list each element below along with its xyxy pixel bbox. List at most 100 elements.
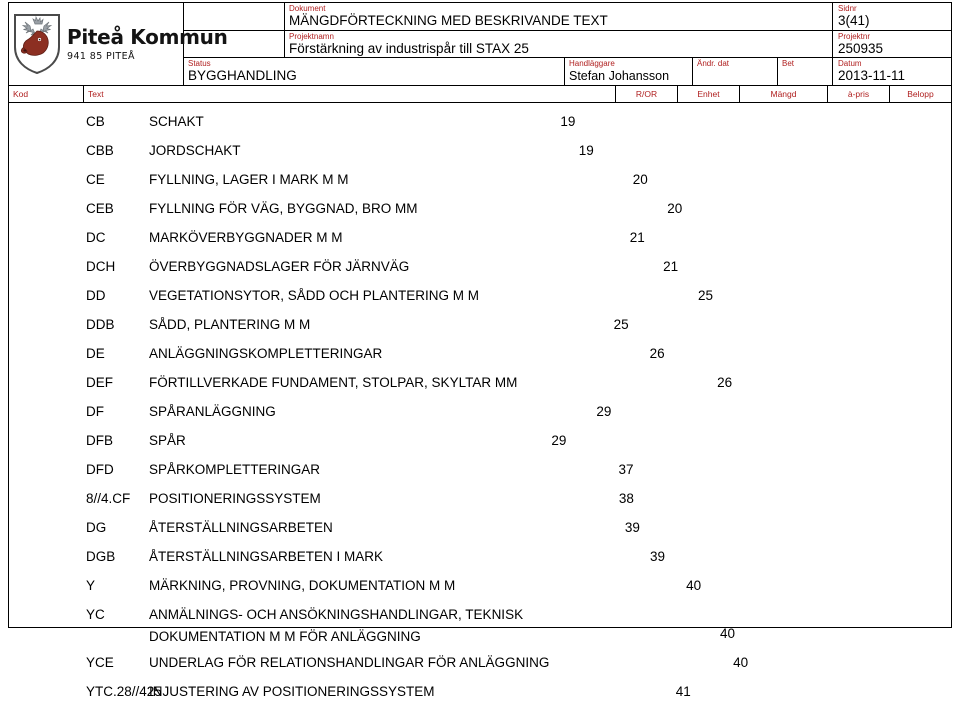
cell-text-line: ANLÄGGNINGSKOMPLETTERINGAR: [149, 346, 383, 361]
cell-page-number: 26: [717, 375, 733, 390]
table-row: DDB SÅDD, PLANTERING M M 25: [9, 310, 951, 339]
field-handlaggare: Handläggare Stefan Johansson: [564, 58, 692, 86]
field-status-value: BYGGHANDLING: [188, 68, 297, 84]
cell-text-line: ÖVERBYGGNADSLAGER FÖR JÄRNVÄG: [149, 259, 410, 274]
cell-kod: DE: [86, 346, 105, 361]
organization-logo-cell: Piteå Kommun 941 85 PITEÅ: [9, 3, 228, 85]
cell-text-line: POSITIONERINGSSYSTEM: [149, 491, 321, 506]
cell-text: FYLLNING FÖR VÄG, BYGGNAD, BRO MM: [149, 194, 619, 220]
field-datum: Datum 2013-11-11: [833, 58, 951, 85]
field-sidnr-value: 3(41): [838, 13, 870, 28]
title-block-middle: Dokument MÄNGDFÖRTECKNING MED BESKRIVAND…: [184, 3, 832, 86]
column-header-kod: Kod: [13, 89, 29, 99]
cell-page-number: 26: [649, 346, 665, 361]
cell-kod: 8//4.CF: [86, 491, 131, 506]
table-body-frame: CB SCHAKT 19 CBB JORDSCHAKT 19 CE FYLLNING, LAG…: [8, 103, 952, 699]
cell-page-number: 38: [618, 491, 634, 506]
cell-text: ANMÄLNINGS- OCH ANSÖKNINGSHANDLINGAR, TE…: [149, 600, 672, 648]
cell-page-number: 21: [629, 230, 645, 245]
table-row: CBB JORDSCHAKT 19: [9, 136, 951, 165]
cell-text: SPÅR: [149, 426, 503, 452]
cell-kod: Y: [86, 578, 96, 593]
table-row: DE ANLÄGGNINGSKOMPLETTERINGAR 26: [9, 339, 951, 368]
field-andr-dat-label: Ändr. dat: [697, 59, 730, 69]
cell-page-number: 19: [578, 143, 594, 158]
table-row: CE FYLLNING, LAGER I MARK M M 20: [9, 165, 951, 194]
table-row: DEF FÖRTILLVERKADE FUNDAMENT, STOLPAR, SK…: [9, 368, 951, 397]
table-row: CB SCHAKT 19: [9, 107, 951, 136]
cell-text: ANLÄGGNINGSKOMPLETTERINGAR: [149, 339, 602, 365]
column-header-apris: à-pris: [827, 86, 889, 102]
cell-kod: DFB: [86, 433, 113, 448]
cell-kod: CB: [86, 114, 105, 129]
cell-page-number: 39: [650, 549, 666, 564]
table-column-header: Kod Text R/OR Enhet Mängd à-pris Belopp: [8, 86, 952, 103]
field-handlaggare-value: Stefan Johansson: [569, 69, 670, 84]
field-projektnr-label: Projektnr: [838, 31, 871, 41]
cell-kod: CEB: [86, 201, 114, 216]
cell-page-number: 19: [560, 114, 576, 129]
title-block-right: Sidnr 3(41) Projektnr 250935 Datum 2013-…: [832, 3, 951, 85]
cell-kod: DG: [86, 520, 107, 535]
table-row: YCE UNDERLAG FÖR RELATIONSHANDLINGAR FÖR …: [9, 648, 951, 677]
field-datum-value: 2013-11-11: [838, 68, 906, 84]
cell-kod: CBB: [86, 143, 114, 158]
field-andr-dat: Ändr. dat: [692, 58, 777, 86]
cell-kod: YTC.28//425: [86, 684, 162, 699]
cell-page-number: 39: [624, 520, 640, 535]
cell-page-number: 29: [551, 433, 567, 448]
cell-text: MARKÖVERBYGGNADER M M: [149, 223, 582, 249]
cell-text: VEGETATIONSYTOR, SÅDD OCH PLANTERING M M: [149, 281, 650, 307]
cell-kod: DGB: [86, 549, 116, 564]
table-row: DG ÅTERSTÄLLNINGSARBETEN 39: [9, 513, 951, 542]
cell-page-number: 40: [720, 626, 736, 641]
cell-text-line: FÖRTILLVERKADE FUNDAMENT, STOLPAR, SKYLT…: [149, 375, 518, 390]
cell-page-number: 20: [632, 172, 648, 187]
cell-page-number: 25: [698, 288, 714, 303]
column-header-mangd: Mängd: [739, 86, 827, 102]
cell-text: FÖRTILLVERKADE FUNDAMENT, STOLPAR, SKYLT…: [149, 368, 669, 394]
cell-text: UNDERLAG FÖR RELATIONSHANDLINGAR FÖR ANL…: [149, 648, 685, 674]
field-projektnamn-value: Förstärkning av industrispår till STAX 2…: [289, 40, 529, 56]
field-projektnr-value: 250935: [838, 40, 884, 56]
field-dokument: Dokument MÄNGDFÖRTECKNING MED BESKRIVAND…: [284, 3, 832, 30]
cell-kod: DFD: [86, 462, 114, 477]
table-row: CEB FYLLNING FÖR VÄG, BYGGNAD, BRO MM 20: [9, 194, 951, 223]
cell-text-line: SÅDD, PLANTERING M M: [149, 317, 311, 332]
cell-text: JORDSCHAKT: [149, 136, 531, 162]
cell-text: POSITIONERINGSSYSTEM: [149, 484, 571, 510]
blank-cell-2: [184, 31, 284, 58]
cell-text-line: MARKÖVERBYGGNADER M M: [149, 230, 343, 245]
cell-text-line: SPÅR: [149, 433, 186, 448]
cell-text: SÅDD, PLANTERING M M: [149, 310, 566, 336]
cell-text: ÖVERBYGGNADSLAGER FÖR JÄRNVÄG: [149, 252, 615, 278]
cell-page-number: 40: [686, 578, 702, 593]
cell-page-number: 40: [733, 655, 749, 670]
table-row: DFB SPÅR 29: [9, 426, 951, 455]
cell-text: FYLLNING, LAGER I MARK M M: [149, 165, 585, 191]
cell-text-line: SCHAKT: [149, 114, 204, 129]
table-row: DCH ÖVERBYGGNADSLAGER FÖR JÄRNVÄG 21: [9, 252, 951, 281]
cell-page-number: 20: [667, 201, 683, 216]
column-header-enhet: Enhet: [677, 86, 739, 102]
field-status: Status BYGGHANDLING: [184, 58, 564, 85]
title-row-dokument: Dokument MÄNGDFÖRTECKNING MED BESKRIVAND…: [184, 3, 832, 31]
cell-kod: DF: [86, 404, 104, 419]
cell-page-number: 21: [663, 259, 679, 274]
blank-cell-1: [184, 3, 284, 30]
table-rows: CB SCHAKT 19 CBB JORDSCHAKT 19 CE FYLLNING, LAG…: [9, 103, 951, 706]
cell-kod: DC: [86, 230, 106, 245]
cell-kod: YC: [86, 607, 105, 622]
column-header-ror: R/OR: [615, 86, 677, 102]
table-row: DC MARKÖVERBYGGNADER M M 21: [9, 223, 951, 252]
cell-page-number: 37: [618, 462, 634, 477]
cell-text-line: FYLLNING, LAGER I MARK M M: [149, 172, 349, 187]
cell-text-line: DOKUMENTATION M M FÖR ANLÄGGNING: [149, 629, 421, 644]
cell-text-line: FYLLNING FÖR VÄG, BYGGNAD, BRO MM: [149, 201, 418, 216]
title-row-status: Status BYGGHANDLING Handläggare Stefan J…: [184, 58, 832, 86]
field-projektnr: Projektnr 250935: [833, 31, 951, 59]
field-dokument-label: Dokument: [289, 4, 326, 13]
cell-page-number: 41: [675, 684, 691, 699]
cell-text-line: ÅTERSTÄLLNINGSARBETEN I MARK: [149, 549, 384, 564]
document-page: Piteå Kommun 941 85 PITEÅ Dokument MÄNGD…: [0, 0, 960, 699]
